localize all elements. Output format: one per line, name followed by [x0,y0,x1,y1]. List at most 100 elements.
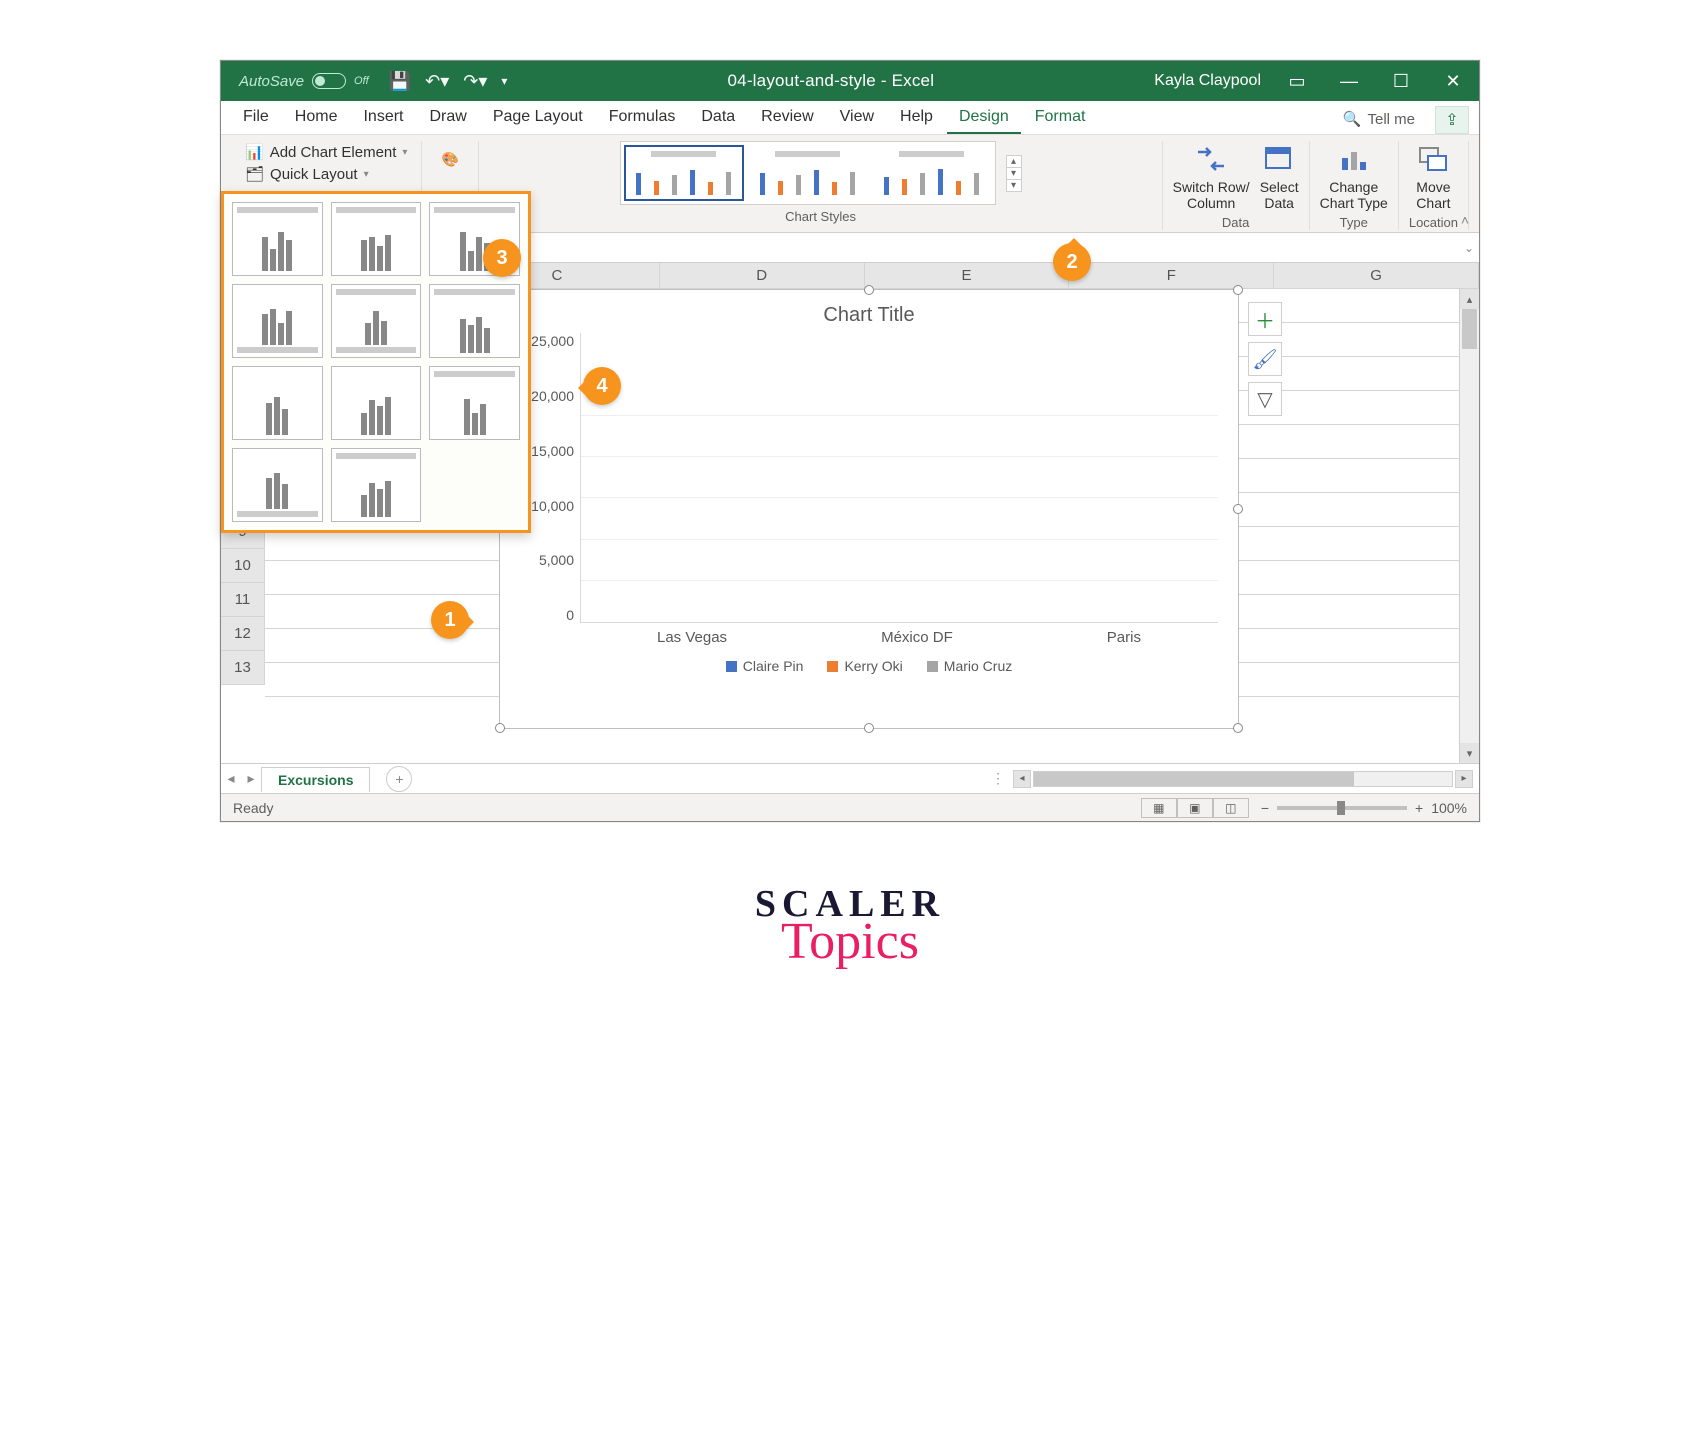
tab-format[interactable]: Format [1023,102,1098,134]
sheet-nav[interactable]: ◂▸ [221,770,261,787]
layout-option-1[interactable] [232,202,323,276]
layout-option-5[interactable] [331,284,422,358]
user-name[interactable]: Kayla Claypool [1154,72,1261,90]
chevron-up-icon[interactable]: ▴ [1007,156,1021,168]
tell-me-label: Tell me [1367,111,1415,128]
scroll-down-icon[interactable]: ▾ [1460,743,1479,763]
vertical-scrollbar[interactable]: ▴ ▾ [1459,289,1479,763]
move-chart-button[interactable]: Move Chart [1415,141,1451,211]
resize-handle[interactable] [1233,723,1243,733]
layout-option-9[interactable] [429,366,520,440]
tab-view[interactable]: View [828,102,886,134]
redo-icon[interactable]: ↷▾ [463,71,487,92]
layout-option-7[interactable] [232,366,323,440]
layout-option-2[interactable] [331,202,422,276]
share-button[interactable]: ⇪ [1435,106,1469,134]
qat-customize-icon[interactable]: ▾ [501,74,507,88]
change-chart-type-button[interactable]: Change Chart Type [1320,141,1388,211]
tab-file[interactable]: File [231,102,281,134]
tab-insert[interactable]: Insert [351,102,415,134]
expand-formula-icon[interactable]: ⌄ [1459,241,1479,255]
chart-styles-button[interactable]: 🖌 [1248,342,1282,376]
sheet-tab-active[interactable]: Excursions [261,767,370,792]
resize-handle[interactable] [495,723,505,733]
row-header[interactable]: 13 [221,651,265,685]
chart-styles-gallery[interactable] [620,141,996,205]
resize-handle[interactable] [864,285,874,295]
autosave-toggle[interactable]: AutoSave Off [239,73,369,90]
collapse-ribbon-icon[interactable]: ˄ [1461,212,1469,228]
layout-option-8[interactable] [331,366,422,440]
chart-style-3[interactable] [872,145,992,201]
layout-option-6[interactable] [429,284,520,358]
row-header[interactable]: 11 [221,583,265,617]
select-data-button[interactable]: Select Data [1260,141,1299,211]
quick-layout-button[interactable]: 🗂 Quick Layout ▾ [241,163,373,185]
chart-style-1[interactable] [624,145,744,201]
chart-filters-button[interactable]: ▽ [1248,382,1282,416]
gallery-expand-icon[interactable]: ▾ [1007,180,1021,191]
tab-review[interactable]: Review [749,102,825,134]
resize-handle[interactable] [864,723,874,733]
layout-option-4[interactable] [232,284,323,358]
change-colors-button[interactable]: 🎨 x [432,141,468,193]
tab-page-layout[interactable]: Page Layout [481,102,595,134]
row-header[interactable]: 10 [221,549,265,583]
gallery-scroll[interactable]: ▴ ▾ ▾ [1006,155,1022,192]
row-header[interactable]: 12 [221,617,265,651]
page-layout-view-icon[interactable]: ▣ [1177,798,1213,818]
zoom-slider[interactable] [1277,806,1407,810]
zoom-out-icon[interactable]: − [1261,800,1269,816]
chevron-down-icon[interactable]: ▾ [1007,168,1021,180]
sheet-tab-bar: ◂▸ Excursions + ⋮ ◂ ▸ [221,763,1479,793]
tell-me-search[interactable]: 🔍 Tell me [1331,104,1427,134]
embedded-chart[interactable]: Chart Title 25,00020,00015,00010,0005,00… [499,289,1239,729]
column-header[interactable]: D [660,263,865,288]
tab-formulas[interactable]: Formulas [597,102,688,134]
add-chart-element-button[interactable]: 📊 Add Chart Element ▾ [241,141,411,163]
page-break-view-icon[interactable]: ◫ [1213,798,1249,818]
maximize-icon[interactable]: ☐ [1375,61,1427,101]
layout-option-11[interactable] [331,448,422,522]
tab-help[interactable]: Help [888,102,945,134]
chart-style-2[interactable] [748,145,868,201]
ribbon-display-icon[interactable]: ▭ [1271,61,1323,101]
autosave-pill[interactable] [312,73,346,89]
minimize-icon[interactable]: — [1323,61,1375,101]
group-label: Type [1340,215,1368,230]
formula-input[interactable] [471,233,1459,262]
chart-title[interactable]: Chart Title [500,304,1238,327]
add-sheet-button[interactable]: + [386,766,412,792]
plot-area[interactable]: 25,00020,00015,00010,0005,0000 [520,333,1218,623]
close-icon[interactable]: ✕ [1427,61,1479,101]
switch-row-column-button[interactable]: Switch Row/ Column [1173,141,1250,211]
normal-view-icon[interactable]: ▦ [1141,798,1177,818]
chart-elements-button[interactable]: ＋ [1248,302,1282,336]
chart-legend[interactable]: Claire PinKerry OkiMario Cruz [500,658,1238,674]
layout-option-10[interactable] [232,448,323,522]
save-icon[interactable]: 💾 [389,71,411,92]
status-bar: Ready ▦ ▣ ◫ − + 100% [221,793,1479,821]
zoom-in-icon[interactable]: + [1415,800,1423,816]
scroll-right-icon[interactable]: ▸ [1455,770,1473,788]
undo-icon[interactable]: ↶▾ [425,71,449,92]
column-header[interactable]: F [1069,263,1274,288]
scroll-thumb[interactable] [1462,309,1477,349]
scroll-up-icon[interactable]: ▴ [1460,289,1479,309]
tab-draw[interactable]: Draw [417,102,478,134]
zoom-control[interactable]: − + 100% [1261,800,1467,816]
chevron-down-icon: ▾ [364,169,369,180]
tab-home[interactable]: Home [283,102,350,134]
quick-layout-dropdown[interactable] [221,191,531,533]
tab-data[interactable]: Data [689,102,747,134]
scroll-thumb[interactable] [1034,772,1354,786]
zoom-level[interactable]: 100% [1431,800,1467,816]
status-text: Ready [233,800,273,816]
column-header[interactable]: E [865,263,1070,288]
move-chart-icon [1415,141,1451,177]
horizontal-scrollbar[interactable]: ⋮ ◂ ▸ [991,770,1473,788]
column-header[interactable]: G [1274,263,1479,288]
x-axis: Las VegasMéxico DFParis [580,629,1218,646]
scroll-left-icon[interactable]: ◂ [1013,770,1031,788]
tab-design[interactable]: Design [947,102,1021,134]
